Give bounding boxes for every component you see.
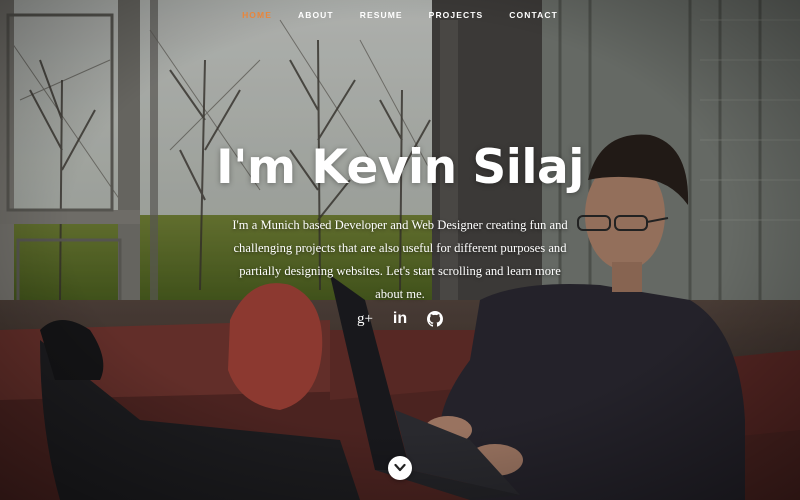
nav-item-projects[interactable]: Projects — [416, 10, 497, 20]
github-icon[interactable] — [422, 306, 448, 332]
nav-item-resume[interactable]: Resume — [347, 10, 416, 20]
github-icon-glyph — [427, 311, 443, 327]
social-links: g+ in — [352, 306, 448, 332]
hero-bio: I'm a Munich based Developer and Web Des… — [232, 218, 568, 301]
nav-item-contact[interactable]: Contact — [496, 10, 571, 20]
scroll-down-button[interactable] — [388, 456, 412, 480]
chevron-down-icon — [394, 463, 406, 472]
nav-item-about[interactable]: About — [285, 10, 347, 20]
main-navigation: Home About Resume Projects Contact — [0, 10, 800, 20]
linkedin-icon[interactable]: in — [387, 306, 413, 332]
nav-item-home[interactable]: Home — [229, 10, 285, 20]
google-plus-icon[interactable]: g+ — [352, 306, 378, 332]
hero-section: Home About Resume Projects Contact I'm K… — [0, 0, 800, 500]
hero-title: I'm Kevin Silaj — [216, 140, 584, 195]
